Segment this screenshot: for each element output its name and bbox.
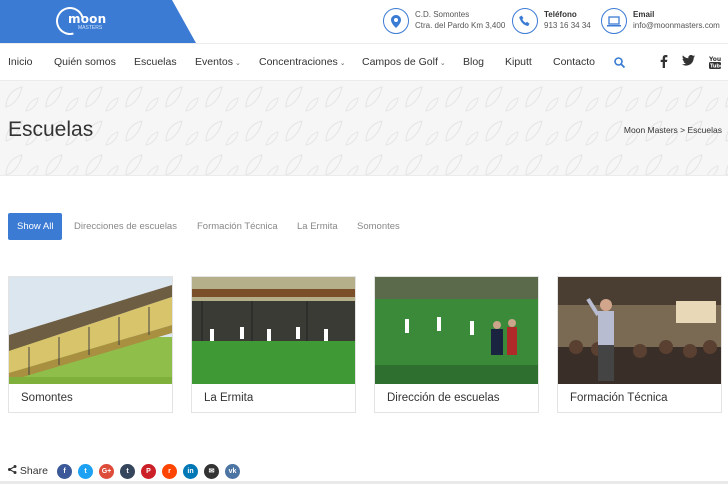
- address-line2: Ctra. del Pardo Km 3,400: [415, 21, 506, 30]
- facebook-share-icon[interactable]: f: [57, 464, 72, 479]
- card-image: [375, 277, 538, 384]
- nav-label: Inicio: [8, 56, 33, 68]
- breadcrumb-current: Escuelas: [687, 125, 723, 135]
- main-nav: Inicio Quién somos Escuelas Eventos ⌄ Con…: [0, 43, 728, 81]
- filter-formacion-tecnica[interactable]: Formación Técnica: [197, 213, 278, 240]
- card-image: [192, 277, 355, 384]
- share-label-text: Share: [19, 465, 48, 477]
- email-block: Email info@moonmasters.com: [601, 8, 725, 35]
- nav-item-campos-de-golf[interactable]: Campos de Golf ⌄: [362, 56, 446, 68]
- nav-label: Escuelas: [134, 56, 177, 68]
- nav-label: Eventos: [195, 56, 233, 68]
- address-line1: C.D. Somontes: [415, 10, 470, 19]
- logo-subtext: MASTERS: [78, 25, 103, 31]
- chevron-down-icon: ⌄: [339, 60, 346, 67]
- phone-number[interactable]: 913 16 34 34: [544, 21, 591, 30]
- nav-item-quien-somos[interactable]: Quién somos: [54, 56, 116, 68]
- pinterest-share-icon[interactable]: P: [141, 464, 156, 479]
- top-header: moon MASTERS C.D. Somontes Ctra. del Par…: [0, 0, 728, 43]
- school-card-somontes[interactable]: Somontes: [8, 276, 173, 413]
- card-caption: Dirección de escuelas: [387, 392, 500, 404]
- svg-text:Tube: Tube: [710, 64, 721, 70]
- card-caption: Formación Técnica: [570, 392, 668, 404]
- card-image: [9, 277, 172, 384]
- nav-item-eventos[interactable]: Eventos ⌄: [195, 56, 241, 68]
- nav-label: Campos de Golf: [362, 56, 438, 68]
- school-card-la-ermita[interactable]: La Ermita: [191, 276, 356, 413]
- tumblr-share-icon[interactable]: t: [120, 464, 135, 479]
- filter-show-all[interactable]: Show All: [8, 213, 63, 240]
- youtube-icon[interactable]: YouTube: [708, 55, 724, 70]
- phone-icon: [512, 8, 538, 34]
- filter-la-ermita[interactable]: La Ermita: [297, 213, 338, 240]
- search-icon[interactable]: [614, 55, 626, 73]
- breadcrumb-separator: >: [680, 125, 686, 135]
- email-address[interactable]: info@moonmasters.com: [633, 21, 720, 30]
- nav-item-contacto[interactable]: Contacto: [553, 56, 595, 68]
- share-icon: [8, 465, 17, 474]
- googleplus-share-icon[interactable]: G+: [99, 464, 114, 479]
- filter-somontes[interactable]: Somontes: [357, 213, 400, 240]
- school-card-direccion-de-escuelas[interactable]: Dirección de escuelas: [374, 276, 539, 413]
- page-title: Escuelas: [8, 118, 94, 141]
- nav-item-kiputt[interactable]: Kiputt: [505, 56, 532, 68]
- share-label: Share: [8, 465, 48, 477]
- logo-text: moon: [68, 12, 107, 26]
- chevron-down-icon: ⌄: [234, 60, 241, 67]
- map-pin-icon: [383, 8, 409, 34]
- nav-item-escuelas[interactable]: Escuelas: [134, 56, 177, 68]
- nav-item-inicio[interactable]: Inicio: [8, 56, 33, 68]
- filter-direcciones-de-escuelas[interactable]: Direcciones de escuelas: [74, 213, 177, 240]
- phone-block: Teléfono 913 16 34 34: [512, 8, 597, 35]
- card-caption: La Ermita: [204, 392, 254, 404]
- email-share-icon[interactable]: ✉: [204, 464, 219, 479]
- school-card-formacion-tecnica[interactable]: Formación Técnica: [557, 276, 722, 413]
- laptop-icon: [601, 8, 627, 34]
- breadcrumb-home-link[interactable]: Moon Masters: [624, 125, 678, 135]
- facebook-icon[interactable]: [657, 55, 671, 69]
- page-header-band: [0, 81, 728, 176]
- nav-label: Quién somos: [54, 56, 116, 68]
- twitter-icon[interactable]: [681, 55, 695, 69]
- nav-label: Concentraciones: [259, 56, 338, 68]
- linkedin-share-icon[interactable]: in: [183, 464, 198, 479]
- nav-item-blog[interactable]: Blog: [463, 56, 484, 68]
- phone-label: Teléfono: [544, 10, 577, 19]
- address-block: C.D. Somontes Ctra. del Pardo Km 3,400: [383, 8, 506, 35]
- card-caption: Somontes: [21, 392, 73, 404]
- svg-text:You: You: [709, 56, 721, 63]
- nav-label: Kiputt: [505, 56, 532, 68]
- card-image: [558, 277, 721, 384]
- leaf-pattern-background: [0, 81, 728, 175]
- nav-item-concentraciones[interactable]: Concentraciones ⌄: [259, 56, 346, 68]
- twitter-share-icon[interactable]: t: [78, 464, 93, 479]
- nav-label: Contacto: [553, 56, 596, 68]
- chevron-down-icon: ⌄: [439, 60, 446, 67]
- nav-label: Blog: [463, 56, 485, 68]
- email-label: Email: [633, 10, 655, 19]
- reddit-share-icon[interactable]: r: [162, 464, 177, 479]
- breadcrumb: Moon Masters > Escuelas: [624, 125, 722, 135]
- logo[interactable]: moon MASTERS: [0, 0, 196, 43]
- vk-share-icon[interactable]: vk: [225, 464, 240, 479]
